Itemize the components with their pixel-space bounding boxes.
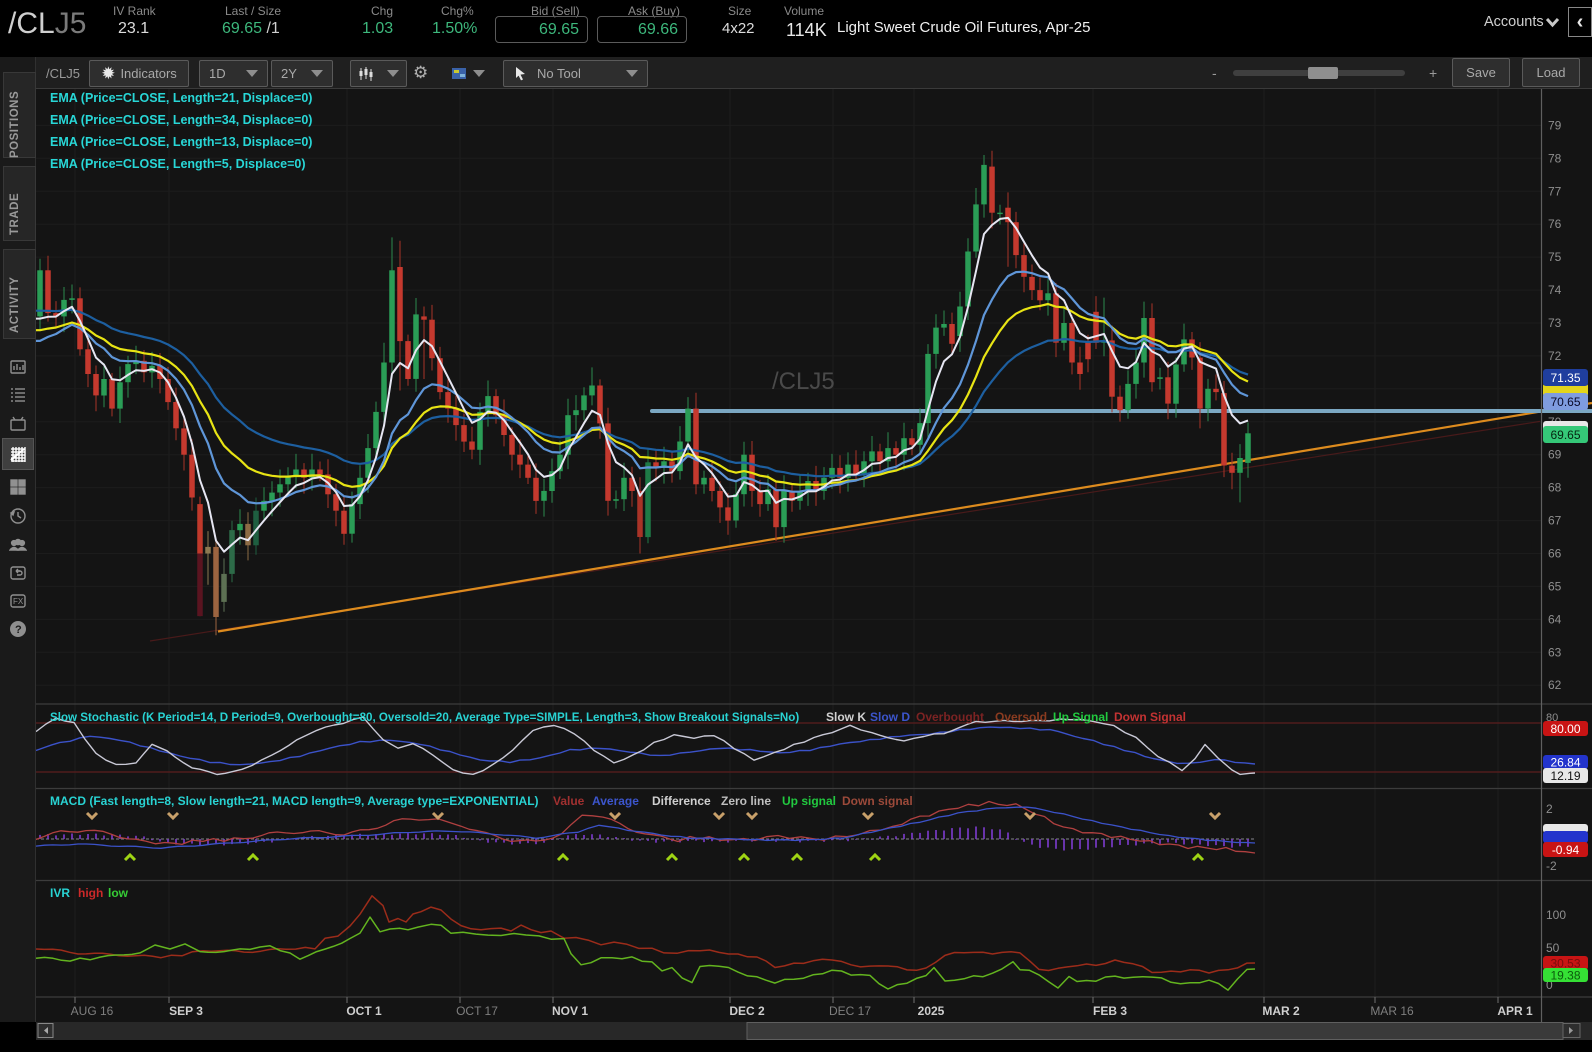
svg-text:/CLJ5: /CLJ5 [772,368,835,395]
svg-text:80.00: 80.00 [1550,722,1580,736]
svg-text:high: high [78,886,103,900]
svg-text:APR 1: APR 1 [1497,1004,1533,1018]
svg-text:Oversold: Oversold [995,710,1047,724]
svg-text:73: 73 [1548,316,1562,330]
svg-text:79: 79 [1548,118,1562,132]
svg-text:SEP 3: SEP 3 [169,1004,203,1018]
svg-text:69: 69 [1548,448,1562,462]
svg-text:50: 50 [1546,941,1560,955]
svg-text:-2: -2 [1546,859,1557,873]
svg-text:OCT 1: OCT 1 [346,1004,382,1018]
svg-text:69.65: 69.65 [1550,428,1580,442]
svg-text:71.35: 71.35 [1550,371,1580,385]
svg-text:NOV 1: NOV 1 [552,1004,588,1018]
svg-text:63: 63 [1548,645,1562,659]
svg-text:2025: 2025 [918,1004,945,1018]
svg-text:Up signal: Up signal [782,794,836,808]
svg-text:78: 78 [1548,151,1562,165]
svg-text:Slow D: Slow D [870,710,910,724]
svg-text:70.65: 70.65 [1550,395,1580,409]
svg-text:Down Signal: Down Signal [1114,710,1186,724]
svg-text:100: 100 [1546,908,1566,922]
svg-text:77: 77 [1548,184,1562,198]
svg-text:Up Signal: Up Signal [1053,710,1108,724]
svg-text:MAR 16: MAR 16 [1370,1004,1414,1018]
svg-text:DEC 17: DEC 17 [829,1004,871,1018]
svg-text:Slow K: Slow K [826,710,866,724]
svg-text:Overbought: Overbought [916,710,984,724]
svg-text:Slow Stochastic (K Period=14,: Slow Stochastic (K Period=14, D Period=9… [50,711,799,724]
svg-text:2: 2 [1546,802,1553,816]
svg-text:Average: Average [592,794,639,808]
svg-text:Difference: Difference [652,794,711,808]
svg-text:76: 76 [1548,217,1562,231]
svg-text:Zero line: Zero line [721,794,771,808]
svg-text:65: 65 [1548,579,1562,593]
svg-text:AUG 16: AUG 16 [71,1004,114,1018]
svg-text:19.38: 19.38 [1550,968,1580,982]
svg-text:OCT 17: OCT 17 [456,1004,498,1018]
svg-text:66: 66 [1548,547,1562,561]
svg-text:72: 72 [1548,349,1562,363]
svg-text:DEC 2: DEC 2 [729,1004,765,1018]
svg-text:64: 64 [1548,612,1562,626]
svg-text:12.19: 12.19 [1550,769,1580,783]
svg-text:74: 74 [1548,283,1562,297]
svg-text:MACD (Fast length=8, Slow leng: MACD (Fast length=8, Slow length=21, MAC… [50,794,539,808]
svg-text:FEB 3: FEB 3 [1093,1004,1127,1018]
svg-text:IVR: IVR [50,886,70,900]
svg-text:62: 62 [1548,678,1562,692]
svg-text:MAR 2: MAR 2 [1262,1004,1300,1018]
svg-text:Down signal: Down signal [842,794,913,808]
svg-text:68: 68 [1548,481,1562,495]
svg-text:-0.94: -0.94 [1552,843,1580,857]
svg-text:75: 75 [1548,250,1562,264]
svg-text:FX: FX [13,597,24,606]
svg-text:low: low [108,886,129,900]
svg-text:Value: Value [553,794,585,808]
svg-text:?: ? [15,624,22,636]
svg-text:26.84: 26.84 [1550,755,1580,769]
svg-text:67: 67 [1548,514,1562,528]
